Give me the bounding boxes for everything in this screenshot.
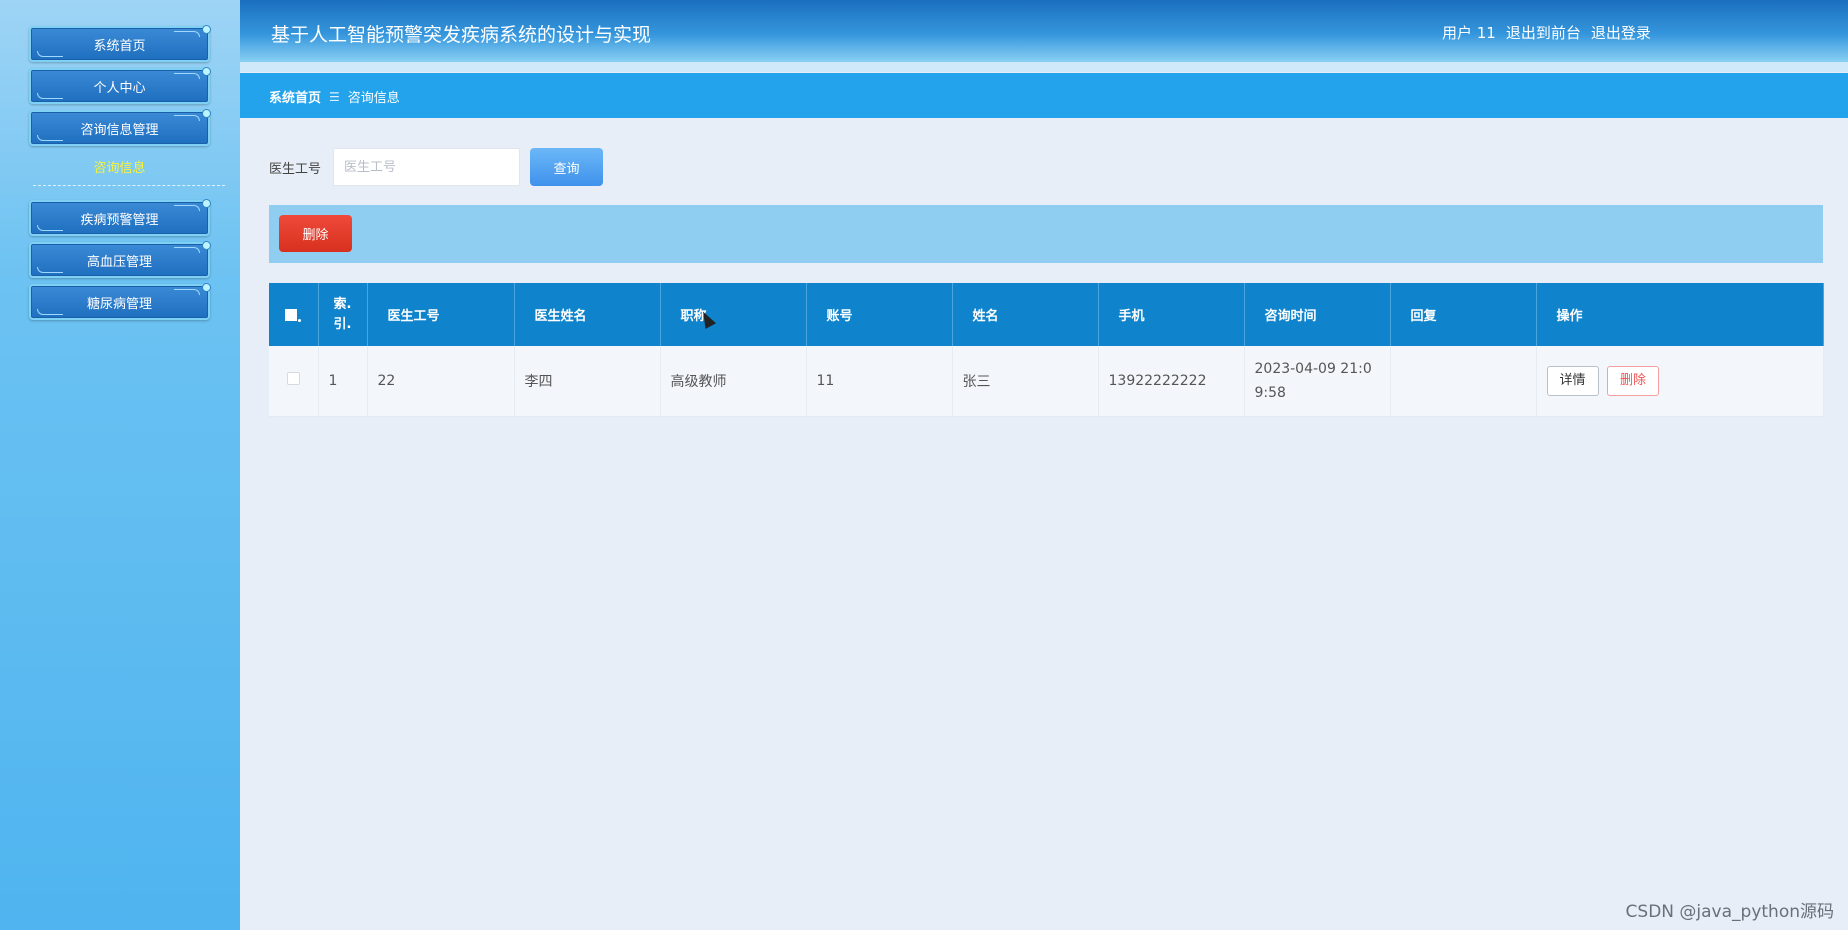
menu-consult-management[interactable]: 咨询信息管理 — [29, 109, 211, 146]
menu-disease-warning-label: 疾病预警管理 — [80, 212, 159, 228]
cell-consult-time: 2023-04-09 21:09:58 — [1244, 346, 1391, 417]
row-delete-button[interactable]: 删除 — [1606, 365, 1659, 396]
menu-dot-icon — [202, 109, 211, 118]
menu-dot-icon — [202, 199, 211, 208]
col-actions: 操作 — [1536, 283, 1824, 346]
cell-phone: 13922222222 — [1098, 346, 1245, 417]
breadcrumb-home[interactable]: 系统首页 — [269, 87, 321, 106]
breadcrumb: 系统首页 ☰ 咨询信息 — [269, 87, 400, 107]
logout-link[interactable]: 退出登录 — [1591, 22, 1651, 43]
cell-name: 张三 — [952, 346, 1099, 417]
current-user: 用户 11 — [1442, 24, 1496, 42]
col-index: 索. 引. — [318, 283, 368, 346]
breadcrumb-separator-icon: ☰ — [329, 89, 340, 104]
col-phone: 手机 — [1098, 283, 1245, 346]
consult-table: 索. 引. 医生工号 医生姓名 职称 账号 姓名 手机 咨询时间 回复 操作 1 … — [269, 283, 1824, 417]
col-account: 账号 — [806, 283, 953, 346]
menu-home-label: 系统首页 — [93, 38, 146, 54]
menu-consult-management-label: 咨询信息管理 — [80, 122, 159, 138]
cell-doctor-name: 李四 — [514, 346, 661, 417]
cell-actions: 详情 删除 — [1536, 346, 1824, 417]
search-label: 医生工号 — [269, 162, 322, 177]
cell-index: 1 — [318, 346, 368, 417]
menu-personal-center[interactable]: 个人中心 — [29, 67, 211, 104]
search-button[interactable]: 查询 — [530, 148, 603, 186]
menu-diabetes[interactable]: 糖尿病管理 — [29, 283, 211, 320]
menu-dot-icon — [202, 67, 211, 76]
col-doctor-name: 医生姓名 — [514, 283, 661, 346]
table-header-row: 索. 引. 医生工号 医生姓名 职称 账号 姓名 手机 咨询时间 回复 操作 — [269, 283, 1824, 346]
watermark: CSDN @java_python源码 — [1625, 902, 1834, 922]
submenu-consult-info[interactable]: 咨询信息 — [29, 157, 210, 176]
col-consult-time: 咨询时间 — [1244, 283, 1391, 346]
col-doctor-id: 医生工号 — [367, 283, 515, 346]
breadcrumb-bar: 系统首页 ☰ 咨询信息 — [240, 73, 1848, 118]
cell-title: 高级教师 — [660, 346, 807, 417]
table-row: 1 22 李四 高级教师 11 张三 13922222222 2023-04-0… — [269, 346, 1824, 417]
menu-diabetes-label: 糖尿病管理 — [86, 296, 152, 312]
menu-disease-warning[interactable]: 疾病预警管理 — [29, 199, 211, 236]
detail-button[interactable]: 详情 — [1546, 365, 1599, 396]
menu-dot-icon — [202, 283, 211, 292]
header: 基于人工智能预警突发疾病系统的设计与实现 用户 11 退出到前台 退出登录 — [240, 0, 1848, 62]
header-user-area: 用户 11 退出到前台 退出登录 — [1442, 22, 1651, 43]
menu-hypertension[interactable]: 高血压管理 — [29, 241, 211, 278]
row-checkbox-cell — [269, 346, 319, 417]
header-divider — [240, 62, 1848, 72]
select-all-checkbox[interactable] — [269, 283, 319, 346]
col-title: 职称 — [660, 283, 807, 346]
col-reply: 回复 — [1390, 283, 1537, 346]
menu-dot-icon — [202, 241, 211, 250]
cell-account: 11 — [806, 346, 953, 417]
sidebar-divider — [33, 185, 225, 186]
cell-reply — [1390, 346, 1537, 417]
row-checkbox[interactable] — [286, 372, 300, 386]
menu-home[interactable]: 系统首页 — [29, 25, 211, 62]
exit-to-front-link[interactable]: 退出到前台 — [1506, 22, 1581, 43]
action-bar: 删除 — [269, 205, 1823, 263]
doctor-id-search-input[interactable] — [333, 148, 520, 186]
sidebar: 系统首页 个人中心 咨询信息管理 咨询信息 疾病预警管理 高血压管理 糖尿病管理 — [0, 0, 240, 930]
app-title: 基于人工智能预警突发疾病系统的设计与实现 — [271, 24, 652, 46]
breadcrumb-current: 咨询信息 — [347, 91, 400, 106]
col-name: 姓名 — [952, 283, 1099, 346]
batch-delete-button[interactable]: 删除 — [279, 215, 352, 252]
menu-personal-center-label: 个人中心 — [93, 80, 146, 96]
cell-doctor-id: 22 — [367, 346, 515, 417]
menu-dot-icon — [202, 25, 211, 34]
menu-hypertension-label: 高血压管理 — [86, 254, 152, 270]
